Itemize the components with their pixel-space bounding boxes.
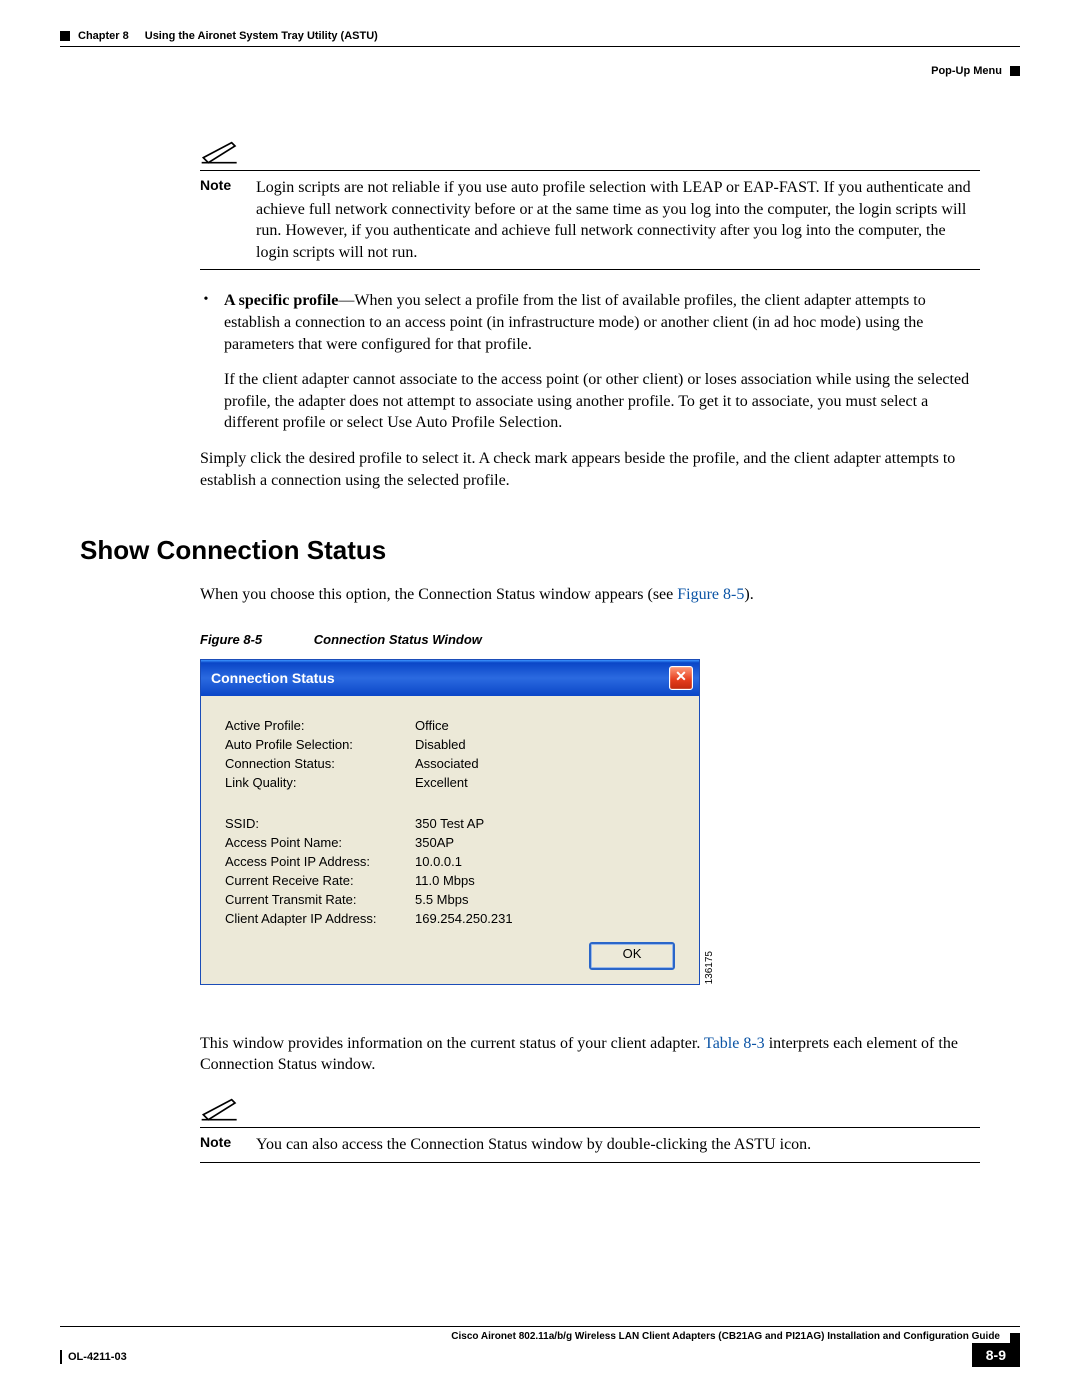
status-val: 5.5 Mbps bbox=[415, 892, 675, 907]
bullet-specific-profile: A specific profile—When you select a pro… bbox=[224, 290, 980, 434]
status-val: Office bbox=[415, 718, 675, 733]
status-grid: Active Profile:Office Auto Profile Selec… bbox=[225, 718, 675, 926]
figure-label: Figure 8-5 bbox=[200, 632, 262, 647]
section-intro: When you choose this option, the Connect… bbox=[200, 584, 980, 606]
status-val: Disabled bbox=[415, 737, 675, 752]
note-text: Login scripts are not reliable if you us… bbox=[256, 177, 980, 263]
close-icon: ✕ bbox=[675, 668, 687, 684]
status-key: SSID: bbox=[225, 816, 415, 831]
note-icon bbox=[200, 1094, 980, 1127]
chapter-label: Chapter 8 bbox=[78, 30, 129, 42]
note-icon bbox=[200, 137, 980, 170]
note-block-2: Note You can also access the Connection … bbox=[200, 1127, 980, 1163]
intro-b: ). bbox=[744, 586, 753, 603]
bullet-bold: A specific profile bbox=[224, 292, 338, 309]
dialog-title: Connection Status bbox=[211, 670, 335, 686]
status-val: 169.254.250.231 bbox=[415, 911, 675, 926]
figure-caption: Figure 8-5 Connection Status Window bbox=[200, 632, 980, 647]
status-key: Connection Status: bbox=[225, 756, 415, 771]
status-val: 10.0.0.1 bbox=[415, 854, 675, 869]
chapter-marker-icon bbox=[60, 31, 70, 41]
note-block-1: Note Login scripts are not reliable if y… bbox=[200, 170, 980, 270]
breadcrumb-marker-icon bbox=[1010, 66, 1020, 76]
footer-rule bbox=[60, 1326, 1020, 1327]
bullet-dot-icon: • bbox=[200, 290, 212, 434]
status-key: Current Transmit Rate: bbox=[225, 892, 415, 907]
figure-number: 136175 bbox=[704, 945, 715, 984]
figure-title: Connection Status Window bbox=[314, 632, 482, 647]
status-val: 350 Test AP bbox=[415, 816, 675, 831]
status-key: Access Point IP Address: bbox=[225, 854, 415, 869]
status-key: Current Receive Rate: bbox=[225, 873, 415, 888]
status-key: Access Point Name: bbox=[225, 835, 415, 850]
footer-marker-icon bbox=[1010, 1333, 1020, 1343]
note-text: You can also access the Connection Statu… bbox=[256, 1134, 811, 1156]
after-dialog-para: This window provides information on the … bbox=[200, 1033, 980, 1076]
note-label: Note bbox=[200, 1134, 240, 1156]
footer-bar-icon bbox=[60, 1350, 62, 1364]
page-number: 8-9 bbox=[972, 1343, 1020, 1367]
breadcrumb: Pop-Up Menu bbox=[931, 65, 1002, 77]
connection-status-dialog: Connection Status ✕ Active Profile:Offic… bbox=[200, 659, 700, 985]
status-val: 350AP bbox=[415, 835, 675, 850]
close-button[interactable]: ✕ bbox=[669, 666, 693, 690]
para-simpleclick: Simply click the desired profile to sele… bbox=[200, 448, 980, 491]
footer: Cisco Aironet 802.11a/b/g Wireless LAN C… bbox=[60, 1326, 1020, 1367]
figure-link[interactable]: Figure 8-5 bbox=[677, 586, 744, 603]
after-a: This window provides information on the … bbox=[200, 1035, 704, 1052]
status-key: Auto Profile Selection: bbox=[225, 737, 415, 752]
footer-doc-id: OL-4211-03 bbox=[68, 1351, 127, 1363]
dialog-titlebar: Connection Status ✕ bbox=[201, 660, 699, 696]
header-left: Chapter 8 Using the Aironet System Tray … bbox=[60, 30, 378, 42]
status-key: Link Quality: bbox=[225, 775, 415, 790]
intro-a: When you choose this option, the Connect… bbox=[200, 586, 677, 603]
status-val: 11.0 Mbps bbox=[415, 873, 675, 888]
status-val: Associated bbox=[415, 756, 675, 771]
section-heading: Show Connection Status bbox=[80, 535, 1020, 566]
note-label: Note bbox=[200, 177, 240, 263]
chapter-title: Using the Aironet System Tray Utility (A… bbox=[145, 30, 378, 42]
status-key: Active Profile: bbox=[225, 718, 415, 733]
header-right: Pop-Up Menu bbox=[931, 65, 1020, 77]
status-val: Excellent bbox=[415, 775, 675, 790]
ok-button[interactable]: OK bbox=[589, 942, 675, 970]
bullet-para2: If the client adapter cannot associate t… bbox=[224, 369, 980, 434]
table-link[interactable]: Table 8-3 bbox=[704, 1035, 765, 1052]
footer-guide-title: Cisco Aironet 802.11a/b/g Wireless LAN C… bbox=[60, 1331, 1010, 1342]
status-key: Client Adapter IP Address: bbox=[225, 911, 415, 926]
